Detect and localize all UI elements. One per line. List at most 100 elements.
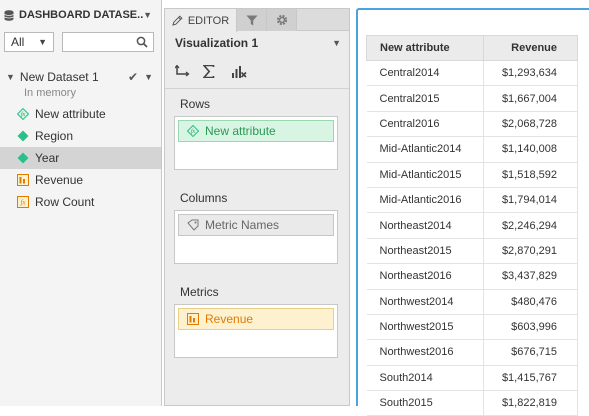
table-row: South2014 $1,415,767 bbox=[366, 365, 578, 392]
row-revenue-cell[interactable]: $2,068,728 bbox=[483, 111, 578, 138]
table-row: Northwest2014 $480,476 bbox=[366, 289, 578, 315]
tab-editor[interactable]: EDITOR bbox=[165, 9, 237, 32]
chevron-down-icon[interactable]: ▼ bbox=[143, 10, 152, 20]
row-attribute-cell[interactable]: Mid-Atlantic2014 bbox=[366, 136, 485, 163]
row-revenue-cell[interactable]: $2,246,294 bbox=[483, 212, 578, 239]
metrics-pill-label: Revenue bbox=[205, 312, 254, 326]
search-input[interactable] bbox=[63, 33, 133, 51]
rows-drop-zone[interactable]: fx New attribute bbox=[174, 116, 338, 170]
dataset-panel-header[interactable]: DASHBOARD DATASE... ▼ bbox=[0, 0, 161, 30]
row-attribute-cell[interactable]: South2015 bbox=[366, 390, 485, 416]
rows-pill-label: New attribute bbox=[205, 124, 276, 138]
swap-axes-icon bbox=[175, 64, 190, 77]
field-label: Year bbox=[35, 151, 60, 165]
row-attribute-cell[interactable]: Central2015 bbox=[366, 85, 485, 112]
row-attribute-cell[interactable]: South2014 bbox=[366, 365, 485, 392]
row-attribute-cell[interactable]: Northeast2016 bbox=[366, 263, 485, 290]
field-item-year[interactable]: Year bbox=[0, 147, 161, 169]
row-revenue-cell[interactable]: $1,518,592 bbox=[483, 162, 578, 188]
metric-icon bbox=[17, 174, 29, 186]
field-label: New attribute bbox=[35, 107, 106, 121]
row-revenue-cell[interactable]: $1,794,014 bbox=[483, 187, 578, 214]
filter-icon bbox=[246, 15, 257, 25]
pencil-icon bbox=[172, 15, 183, 26]
database-icon bbox=[4, 9, 14, 21]
tab-properties[interactable] bbox=[267, 9, 297, 31]
rows-label: Rows bbox=[180, 97, 211, 111]
search-icon[interactable] bbox=[136, 36, 148, 48]
svg-text:fx: fx bbox=[191, 128, 196, 135]
gear-icon bbox=[276, 14, 287, 26]
metrics-drop-zone[interactable]: Revenue bbox=[174, 304, 338, 358]
table-row: Northeast2014 $2,246,294 bbox=[366, 212, 578, 239]
row-attribute-cell[interactable]: Northwest2016 bbox=[366, 339, 485, 366]
table-row: Northwest2016 $676,715 bbox=[366, 339, 578, 366]
row-attribute-cell[interactable]: Mid-Atlantic2016 bbox=[366, 187, 485, 214]
table-row: Mid-Atlantic2016 $1,794,014 bbox=[366, 187, 578, 214]
grid-header-new-attribute[interactable]: New attribute bbox=[365, 35, 485, 61]
row-attribute-cell[interactable]: Central2014 bbox=[366, 60, 485, 87]
checkmark-icon: ✔ bbox=[128, 70, 139, 84]
rows-pill[interactable]: fx New attribute bbox=[178, 120, 334, 142]
clear-button[interactable] bbox=[231, 62, 259, 82]
chevron-down-icon: ▼ bbox=[38, 37, 47, 47]
dataset-name: New Dataset 1 bbox=[19, 70, 99, 84]
columns-drop-zone[interactable]: Metric Names bbox=[174, 210, 338, 264]
columns-label: Columns bbox=[180, 191, 228, 205]
grid-body: Central2014 $1,293,634 Central2015 $1,667,… bbox=[366, 60, 578, 416]
chevron-down-icon[interactable]: ▼ bbox=[144, 72, 153, 82]
svg-text:fx: fx bbox=[20, 199, 26, 207]
row-attribute-cell[interactable]: Central2016 bbox=[366, 111, 485, 138]
row-revenue-cell[interactable]: $1,667,004 bbox=[483, 85, 578, 112]
grid-header-revenue[interactable]: Revenue bbox=[483, 35, 578, 61]
table-row: Central2014 $1,293,634 bbox=[366, 60, 578, 87]
table-row: Central2015 $1,667,004 bbox=[366, 85, 578, 112]
chevron-down-icon[interactable]: ▼ bbox=[332, 38, 341, 48]
row-revenue-cell[interactable]: $3,437,829 bbox=[483, 263, 578, 290]
row-attribute-cell[interactable]: Northeast2015 bbox=[366, 238, 485, 265]
visualization-selector[interactable]: Visualization 1 ▼ bbox=[165, 31, 349, 55]
row-revenue-cell[interactable]: $480,476 bbox=[483, 289, 578, 315]
derived-attribute-icon: fx bbox=[187, 125, 199, 137]
row-attribute-cell[interactable]: Northeast2014 bbox=[366, 212, 485, 239]
svg-text:fx: fx bbox=[21, 111, 26, 118]
field-item-new-attribute[interactable]: fx New attribute bbox=[0, 103, 161, 125]
visualization-title: Visualization 1 bbox=[175, 36, 259, 50]
row-attribute-cell[interactable]: Mid-Atlantic2015 bbox=[366, 162, 485, 188]
dataset-panel: DASHBOARD DATASE... ▼ All ▼ ▼ New Datase… bbox=[0, 0, 162, 406]
row-revenue-cell[interactable]: $1,415,767 bbox=[483, 365, 578, 392]
metrics-label: Metrics bbox=[180, 285, 219, 299]
dataset-panel-title: DASHBOARD DATASE... bbox=[19, 9, 144, 21]
dataset-item[interactable]: ▼ New Dataset 1 ✔ ▼ bbox=[0, 68, 161, 86]
table-row: Northeast2015 $2,870,291 bbox=[366, 238, 578, 265]
row-revenue-cell[interactable]: $1,140,008 bbox=[483, 136, 578, 163]
table-row: Mid-Atlantic2015 $1,518,592 bbox=[366, 162, 578, 188]
grid-header-row: New attribute Revenue bbox=[365, 35, 578, 61]
visualization-canvas[interactable]: New attribute Revenue Central2014 $1,293,… bbox=[356, 8, 589, 416]
row-revenue-cell[interactable]: $676,715 bbox=[483, 339, 578, 366]
field-label: Row Count bbox=[35, 195, 95, 209]
row-attribute-cell[interactable]: Northwest2015 bbox=[366, 314, 485, 341]
filter-select-value: All bbox=[11, 35, 25, 49]
search-box[interactable] bbox=[62, 32, 154, 52]
metric-icon bbox=[187, 313, 199, 325]
field-item-revenue[interactable]: Revenue bbox=[0, 169, 161, 191]
table-row: Central2016 $2,068,728 bbox=[366, 111, 578, 138]
derived-attribute-icon: fx bbox=[17, 108, 29, 120]
object-type-filter-select[interactable]: All ▼ bbox=[4, 32, 54, 52]
field-item-row-count[interactable]: fx Row Count bbox=[0, 191, 161, 213]
swap-button[interactable] bbox=[175, 62, 203, 82]
row-revenue-cell[interactable]: $1,822,819 bbox=[483, 390, 578, 416]
row-attribute-cell[interactable]: Northwest2014 bbox=[366, 289, 485, 315]
metrics-pill[interactable]: Revenue bbox=[178, 308, 334, 330]
row-revenue-cell[interactable]: $1,293,634 bbox=[483, 60, 578, 87]
row-revenue-cell[interactable]: $2,870,291 bbox=[483, 238, 578, 265]
collapse-triangle-icon[interactable]: ▼ bbox=[6, 72, 15, 82]
field-item-region[interactable]: Region bbox=[0, 125, 161, 147]
derived-metric-icon: fx bbox=[17, 196, 29, 208]
tab-filter[interactable] bbox=[237, 9, 267, 31]
columns-pill[interactable]: Metric Names bbox=[178, 214, 334, 236]
row-revenue-cell[interactable]: $603,996 bbox=[483, 314, 578, 341]
dataset-storage-label: In memory bbox=[24, 87, 76, 99]
totals-button[interactable] bbox=[203, 62, 231, 82]
